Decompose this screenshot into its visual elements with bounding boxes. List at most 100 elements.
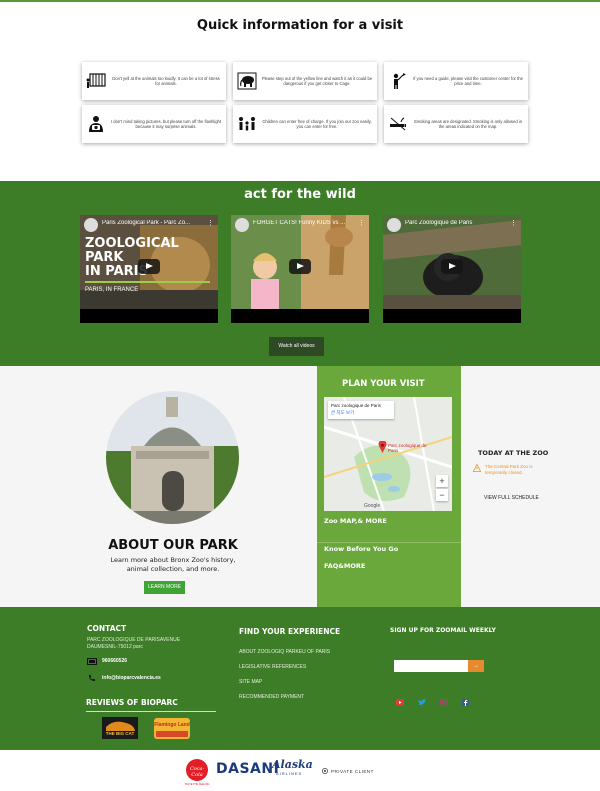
- about-section: ABOUT OUR PARK Learn more about Bronx Zo…: [0, 366, 600, 607]
- map-attribution: Google: [364, 503, 381, 509]
- private-client-icon: [322, 768, 328, 774]
- faq-link[interactable]: FAQ&MORE: [324, 562, 365, 570]
- footer: CONTACT PARC ZOOLOGIQUE DE PARISAVENUE D…: [0, 607, 600, 750]
- no-smoking-icon: [388, 114, 408, 134]
- zoo-map-link[interactable]: Zoo MAP,& MORE: [324, 517, 387, 525]
- footer-link-sitemap[interactable]: SITE MAP: [239, 679, 262, 685]
- video-title[interactable]: Parc Zoologique de Paris: [405, 220, 507, 226]
- learn-more-button[interactable]: LEARN MORE: [144, 581, 185, 594]
- instagram-icon[interactable]: [440, 693, 448, 707]
- zoom-in-button[interactable]: +: [436, 475, 448, 487]
- more-options-icon[interactable]: ⋮: [207, 219, 214, 227]
- top-accent-line: [0, 0, 600, 2]
- private-client-label: PRIVATE CLIENT: [331, 768, 374, 774]
- alaska-airlines-logo[interactable]: Alaska AIRLINES: [272, 758, 313, 776]
- info-card-yellow-line: Please step out of the yellow line and w…: [233, 62, 377, 100]
- plan-visit-panel: PLAN YOUR VISIT Parc zoologique de Paris…: [317, 366, 461, 607]
- footer-link-about[interactable]: ABOUT ZOOLOGIQ PARKEU OF PARIS: [239, 649, 330, 655]
- map-larger-link[interactable]: 큰 지도 보기: [331, 410, 391, 416]
- contact-address: PARC ZOOLOGIQUE DE PARISAVENUE DAUMESNIL…: [87, 637, 181, 650]
- camera-person-icon: [86, 114, 106, 134]
- video-overlay-title: ZOOLOGICAL PARK IN PARIS: [85, 236, 179, 279]
- plan-divider: [317, 542, 461, 543]
- video-player-2[interactable]: FORGET CATS! Funny KIDS vs ... ⋮: [231, 215, 369, 323]
- info-card-text: I don't mind taking pictures, but please…: [110, 118, 222, 129]
- about-subtitle: Learn more about Bronx Zoo's history, an…: [110, 556, 236, 573]
- today-alert: The Central Park Zoo is temporarily clos…: [473, 464, 548, 476]
- play-button[interactable]: [138, 259, 160, 274]
- watch-all-videos-button[interactable]: Watch all videos: [269, 337, 324, 356]
- plan-title: PLAN YOUR VISIT: [342, 379, 425, 389]
- today-title: TODAY AT THE ZOO: [478, 449, 549, 457]
- cage-animal-icon: [86, 71, 106, 91]
- elephant-icon: [237, 71, 257, 91]
- family-icon: [237, 114, 257, 134]
- coca-cola-logo[interactable]: Coca-Cola TASTE THE FEELING: [185, 758, 209, 786]
- telephone-icon: [87, 674, 97, 682]
- channel-avatar: [387, 218, 401, 232]
- private-client-logo[interactable]: PRIVATE CLIENT: [322, 768, 374, 774]
- quick-info-grid: Don't yell at the animals too loudly. It…: [82, 62, 528, 143]
- info-card-text: If you need a guide, please visit the cu…: [413, 75, 523, 86]
- embedded-map[interactable]: Parc zoologique de Paris 큰 지도 보기 Parc zo…: [324, 397, 452, 511]
- today-panel: TODAY AT THE ZOO The Central Park Zoo is…: [461, 366, 600, 607]
- contact-email[interactable]: info@bioparcvalencia.es: [102, 675, 161, 681]
- social-links: [396, 693, 470, 707]
- map-pin-label: Parc zoologique de Paris: [388, 443, 427, 453]
- video-player-1[interactable]: Paris Zoological Park - Parc Zo... ⋮ ZOO…: [80, 215, 218, 323]
- park-building-image: [106, 391, 239, 524]
- newsletter-submit-button[interactable]: →: [468, 660, 484, 672]
- video-overlay-sub: PARIS, IN FRANCE: [85, 287, 139, 293]
- info-card-guide: If you need a guide, please visit the cu…: [384, 62, 528, 100]
- about-title: ABOUT OUR PARK: [108, 538, 238, 553]
- play-button[interactable]: [289, 259, 311, 274]
- video-title[interactable]: FORGET CATS! Funny KIDS vs ...: [253, 220, 355, 226]
- more-options-icon[interactable]: ⋮: [358, 219, 365, 227]
- reviews-divider: [86, 711, 216, 712]
- channel-avatar: [235, 218, 249, 232]
- map-pin-icon[interactable]: [378, 441, 387, 453]
- footer-link-legislative[interactable]: LEGISLATIVE REFERENCES: [239, 664, 306, 670]
- wild-section: act for the wild Paris Zoological Park -…: [0, 181, 600, 366]
- contact-title: CONTACT: [87, 624, 127, 633]
- info-card-text: Don't yell at the animals too loudly. It…: [112, 75, 220, 86]
- facebook-icon[interactable]: [462, 693, 470, 706]
- info-card-photos: I don't mind taking pictures, but please…: [82, 105, 226, 143]
- video-title[interactable]: Paris Zoological Park - Parc Zo...: [102, 220, 204, 226]
- sponsors-bar: Coca-Cola TASTE THE FEELING DASANI Alask…: [0, 750, 600, 791]
- info-card-smoking: Smoking areas are designated. Smoking is…: [384, 105, 528, 143]
- warning-icon: [473, 464, 481, 472]
- quick-info-title: Quick information for a visit: [196, 18, 404, 33]
- contact-email-row: info@bioparcvalencia.es: [87, 674, 161, 682]
- contact-phone[interactable]: 960660526: [102, 658, 127, 664]
- guide-person-icon: [388, 71, 408, 91]
- find-experience-title: FIND YOUR EXPERIENCE: [239, 627, 341, 636]
- map-card-title: Parc zoologique de Paris: [331, 403, 382, 408]
- newsletter-title: SIGN UP FOR ZOOMAIL WEEKLY: [390, 627, 496, 634]
- zoom-out-button[interactable]: −: [436, 489, 448, 501]
- footer-link-payment[interactable]: RECOMMENDED PAYMENT: [239, 694, 304, 700]
- wild-title: act for the wild: [244, 187, 356, 202]
- info-card-yelling: Don't yell at the animals too loudly. It…: [82, 62, 226, 100]
- reviews-title: REVIEWS OF BIOPARC: [86, 698, 178, 707]
- phone-icon: [87, 657, 97, 665]
- twitter-icon[interactable]: [418, 693, 426, 705]
- big-cat-badge[interactable]: THE BIG CAT: [102, 717, 138, 739]
- info-card-text: Please step out of the yellow line and w…: [261, 75, 373, 86]
- know-before-link[interactable]: Know Before You Go: [324, 545, 398, 553]
- youtube-icon[interactable]: [396, 693, 404, 706]
- dasani-logo[interactable]: DASANI: [216, 761, 279, 777]
- newsletter-email-input[interactable]: [394, 660, 468, 672]
- flamingo-land-badge[interactable]: Flamingo Land: [154, 718, 190, 739]
- info-card-text: Children can enter free of charge. If yo…: [262, 118, 372, 129]
- contact-phone-row: 960660526: [87, 657, 127, 665]
- overlay-bar: [85, 281, 210, 283]
- info-card-text: Smoking areas are designated. Smoking is…: [413, 118, 523, 129]
- info-card-children: Children can enter free of charge. If yo…: [233, 105, 377, 143]
- play-button[interactable]: [441, 259, 463, 274]
- channel-avatar: [84, 218, 98, 232]
- video-player-3[interactable]: Parc Zoologique de Paris ⋮: [383, 215, 521, 323]
- map-info-card: Parc zoologique de Paris 큰 지도 보기: [328, 401, 394, 419]
- more-options-icon[interactable]: ⋮: [510, 219, 517, 227]
- view-schedule-link[interactable]: VIEW FULL SCHEDULE: [484, 495, 539, 501]
